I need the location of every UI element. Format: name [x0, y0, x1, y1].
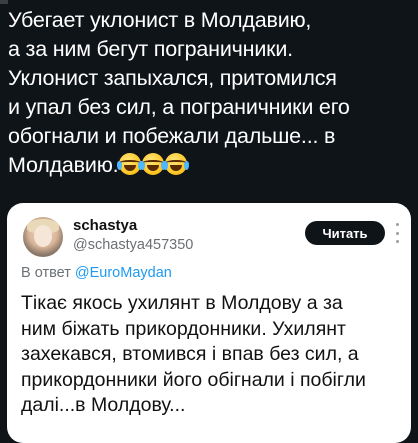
- tweet-line: Тікає якось ухилянт в Молдову а за: [21, 292, 343, 314]
- quoted-tweet-card[interactable]: schastya @schastya457350 Читать В ответ …: [7, 203, 411, 443]
- post-line: Уклонист запыхался, притомился: [8, 66, 337, 90]
- tweet-line: далі...в Молдову...: [21, 394, 186, 416]
- window-corner: [0, 0, 8, 4]
- face-with-tears-of-joy-icon: [140, 153, 167, 175]
- display-name[interactable]: schastya: [73, 217, 137, 234]
- tweet-line: прикордонники його обігнали і побігли: [21, 368, 366, 391]
- avatar[interactable]: [23, 217, 63, 257]
- reply-mention-link[interactable]: @EuroMaydan: [75, 265, 172, 281]
- post-line: обогнали и побежали дальше... в: [8, 124, 336, 148]
- face-with-tears-of-joy-icon: [163, 153, 190, 175]
- post-line-text: Молдавию.: [8, 153, 119, 177]
- user-handle[interactable]: @schastya457350: [73, 237, 193, 253]
- reply-prefix: В ответ: [21, 265, 71, 281]
- post-line: и упал без сил, а пограничники его: [8, 95, 350, 119]
- post-line: а за ним бегут пограничники.: [8, 37, 293, 61]
- post-line-last: Молдавию.: [8, 151, 412, 180]
- post-line: Убегает уклонист в Молдавию,: [8, 8, 312, 32]
- tweet-line: ним біжать прикордонники. Ухилянт: [21, 317, 346, 340]
- more-options-icon[interactable]: [395, 223, 399, 243]
- post-text: Убегает уклонист в Молдавию, а за ним бе…: [8, 6, 412, 180]
- read-button[interactable]: Читать: [305, 221, 385, 245]
- quoted-tweet-text: Тікає якось ухилянт в Молдову а за ним б…: [21, 291, 401, 419]
- tweet-line: захекався, втомився і впав без сил, а: [21, 343, 359, 365]
- face-with-tears-of-joy-icon: [117, 153, 144, 175]
- reply-context: В ответ @EuroMaydan: [21, 265, 172, 281]
